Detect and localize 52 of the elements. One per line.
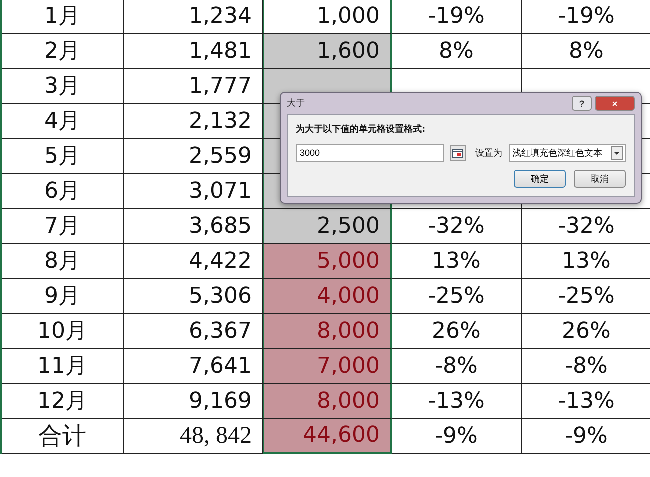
target-cell: 44,600 <box>263 419 392 454</box>
percent-cell: -8% <box>392 349 522 384</box>
value-field[interactable]: 3000 <box>296 144 444 162</box>
help-button[interactable]: ? <box>572 96 592 111</box>
percent-cell: 13% <box>522 244 650 279</box>
percent-cell: 26% <box>392 314 522 349</box>
target-cell: 1,600 <box>263 34 392 69</box>
target-cell: 2,500 <box>263 209 392 244</box>
ok-button[interactable]: 确定 <box>514 170 566 188</box>
target-cell: 1,000 <box>263 0 392 34</box>
percent-cell: -32% <box>392 209 522 244</box>
percent-cell: 13% <box>392 244 522 279</box>
percent-cell: -19% <box>522 0 650 34</box>
range-icon <box>452 148 464 158</box>
month-cell: 12月 <box>2 384 124 419</box>
percent-cell: -25% <box>392 279 522 314</box>
close-button[interactable]: × <box>595 96 635 111</box>
percent-cell: 8% <box>392 34 522 69</box>
percent-cell: 26% <box>522 314 650 349</box>
percent-cell: -8% <box>522 349 650 384</box>
month-cell: 3月 <box>2 69 124 104</box>
format-label: 设置为 <box>476 148 503 160</box>
month-cell: 8月 <box>2 244 124 279</box>
caret-icon <box>611 146 623 160</box>
percent-cell: -9% <box>392 419 522 454</box>
month-cell: 5月 <box>2 139 124 174</box>
dialog-title: 大于 <box>287 98 306 110</box>
percent-cell: -19% <box>392 0 522 34</box>
range-select-button[interactable] <box>450 145 466 161</box>
percent-cell: 8% <box>522 34 650 69</box>
month-cell: 1月 <box>2 0 124 34</box>
percent-cell: -9% <box>522 419 650 454</box>
percent-cell: -25% <box>522 279 650 314</box>
percent-cell: -13% <box>392 384 522 419</box>
target-cell: 8,000 <box>263 314 392 349</box>
month-cell: 11月 <box>2 349 124 384</box>
month-cell: 4月 <box>2 104 124 139</box>
target-cell: 4,000 <box>263 279 392 314</box>
month-cell: 10月 <box>2 314 124 349</box>
month-cell: 合计 <box>2 419 124 454</box>
target-cell: 7,000 <box>263 349 392 384</box>
percent-cell: -13% <box>522 384 650 419</box>
month-cell: 9月 <box>2 279 124 314</box>
prompt-label: 为大于以下值的单元格设置格式: <box>296 123 427 136</box>
target-cell: 8,000 <box>263 384 392 419</box>
target-cell: 5,000 <box>263 244 392 279</box>
format-dropdown[interactable]: 浅红填充色深红色文本 <box>508 144 626 162</box>
percent-cell: -32% <box>522 209 650 244</box>
month-cell: 2月 <box>2 34 124 69</box>
cancel-button[interactable]: 取消 <box>574 170 626 188</box>
month-cell: 7月 <box>2 209 124 244</box>
month-cell: 6月 <box>2 174 124 209</box>
